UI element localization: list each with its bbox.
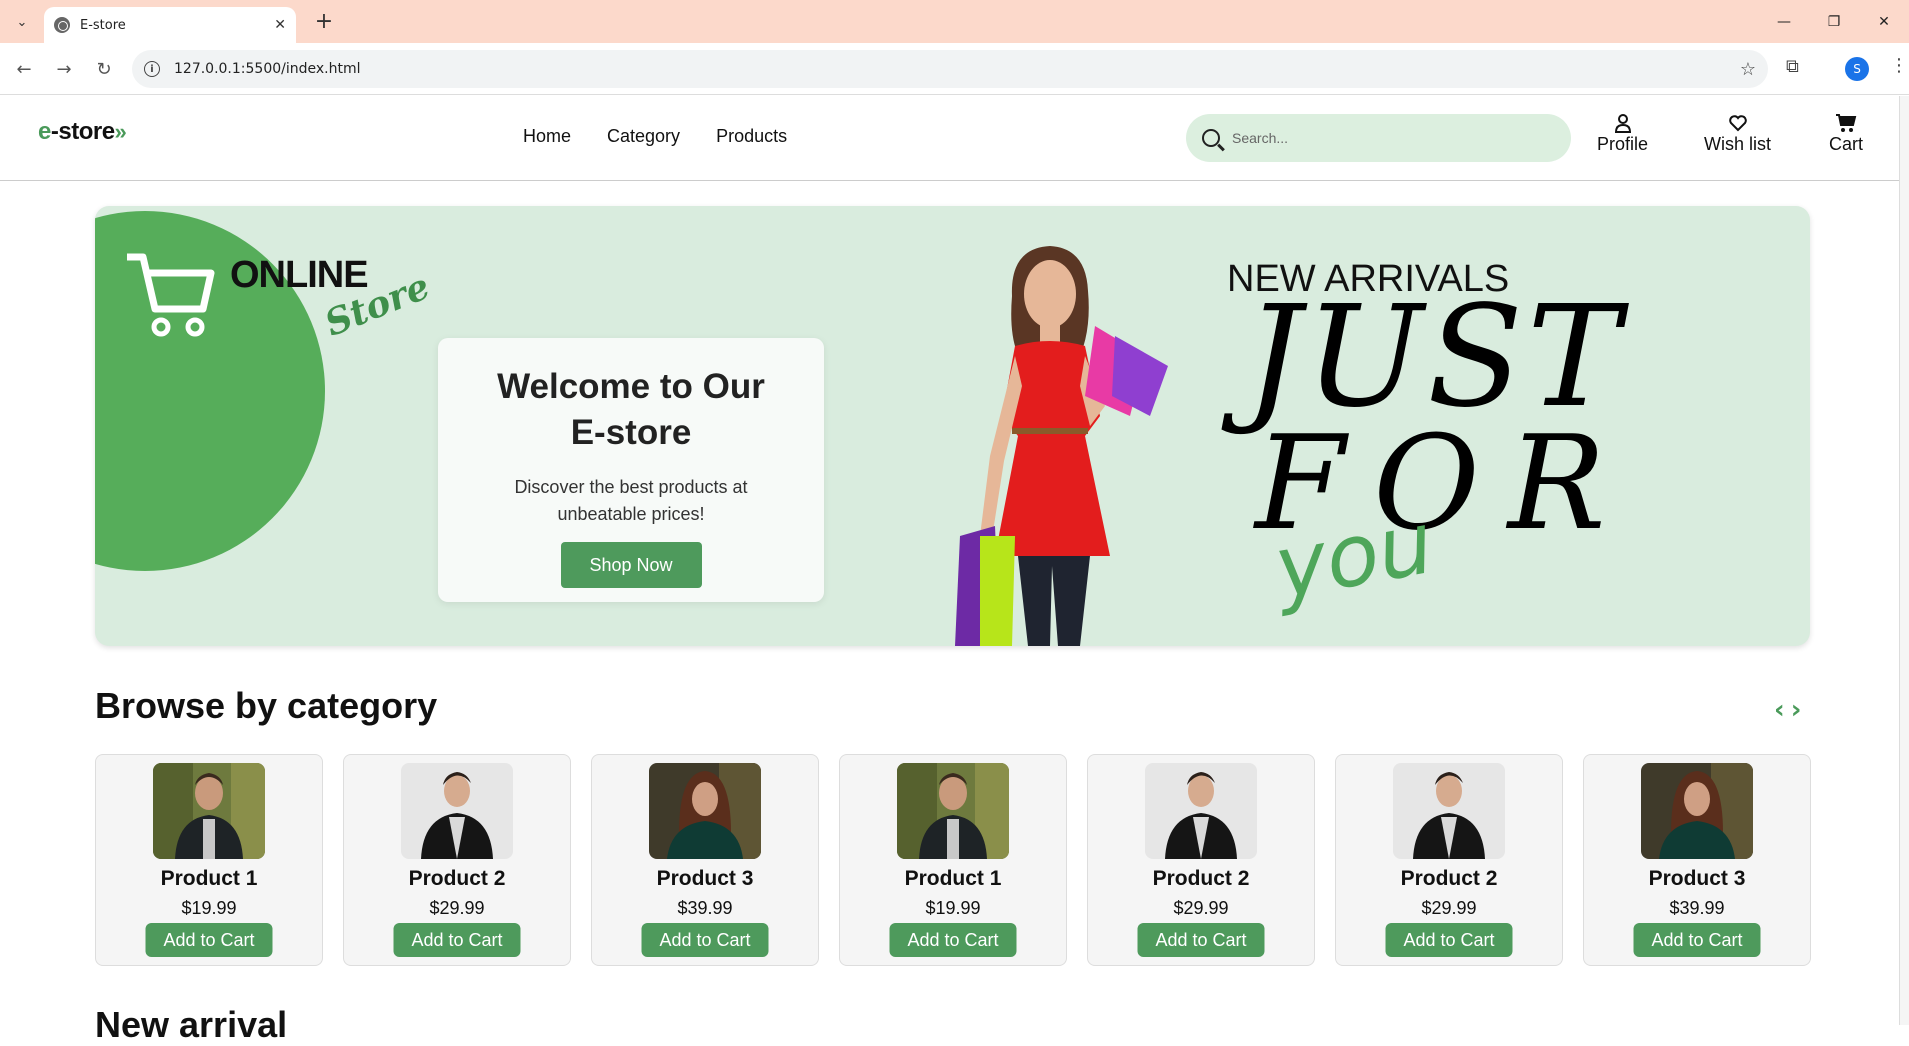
product-name: Product 2 xyxy=(408,867,506,890)
search-box xyxy=(1186,114,1571,162)
heart-icon xyxy=(1728,115,1747,132)
product-name: Product 2 xyxy=(1400,867,1498,890)
welcome-title: Welcome to Our E-store xyxy=(438,364,824,456)
address-bar[interactable]: i 127.0.0.1:5500/index.html ☆ xyxy=(132,50,1768,88)
site-info-icon[interactable]: i xyxy=(144,61,160,77)
tab-search-chevron-icon[interactable]: ⌄ xyxy=(9,9,35,35)
site-logo[interactable]: e-store» xyxy=(38,118,127,146)
new-arrival-title: New arrival xyxy=(95,1004,288,1045)
minimize-icon[interactable]: — xyxy=(1759,0,1809,43)
product-price: $39.99 xyxy=(677,898,733,918)
product-image xyxy=(153,763,265,859)
site-header: e-store» Home Category Products Profile … xyxy=(0,96,1909,181)
page-scrollbar[interactable] xyxy=(1899,96,1909,1025)
product-name: Product 1 xyxy=(160,867,258,890)
product-image xyxy=(1393,763,1505,859)
globe-icon xyxy=(54,17,70,33)
back-arrow-icon[interactable]: ← xyxy=(10,55,38,83)
wishlist-label: Wish list xyxy=(1704,134,1771,154)
wishlist-link[interactable]: Wish list xyxy=(1704,112,1771,155)
logo-arrows: » xyxy=(114,119,127,144)
product-price: $29.99 xyxy=(1421,898,1477,918)
product-price: $19.99 xyxy=(925,898,981,918)
close-tab-icon[interactable]: ✕ xyxy=(274,17,286,33)
product-card[interactable]: Product 2 $29.99 Add to Cart xyxy=(1087,754,1315,966)
product-image xyxy=(401,763,513,859)
logo-prefix: e xyxy=(38,118,51,145)
chevron-right-icon[interactable]: › xyxy=(1791,697,1802,723)
product-card[interactable]: Product 1 $19.99 Add to Cart xyxy=(839,754,1067,966)
browse-category-title: Browse by category xyxy=(95,685,438,726)
bookmark-star-icon[interactable]: ☆ xyxy=(1740,59,1756,80)
product-price: $19.99 xyxy=(181,898,237,918)
hero-banner: ONLINE Store Welcome to Our E-store Disc… xyxy=(95,206,1810,646)
category-cards: Product 1 $19.99 Add to Cart Product 2 $… xyxy=(95,754,1811,966)
url-text: 127.0.0.1:5500/index.html xyxy=(174,61,361,77)
product-image xyxy=(897,763,1009,859)
browser-tabbar: ⌄ E-store ✕ + — ❐ ✕ xyxy=(0,0,1909,43)
product-image xyxy=(1641,763,1753,859)
cart-icon xyxy=(1836,114,1857,132)
nav-products[interactable]: Products xyxy=(716,126,787,147)
search-icon xyxy=(1202,129,1220,147)
search-input[interactable] xyxy=(1232,130,1532,146)
browser-toolbar: ← → ↻ i 127.0.0.1:5500/index.html ☆ ⧉ S … xyxy=(0,43,1909,95)
product-name: Product 1 xyxy=(904,867,1002,890)
hero-model-image xyxy=(955,246,1168,646)
new-tab-icon[interactable]: + xyxy=(310,7,338,35)
product-name: Product 2 xyxy=(1152,867,1250,890)
forward-arrow-icon[interactable]: → xyxy=(50,55,78,83)
welcome-sub-line1: Discover the best products at xyxy=(514,477,748,497)
cart-label: Cart xyxy=(1829,134,1864,154)
product-name: Product 3 xyxy=(1648,867,1746,890)
carousel-controls: ‹ › xyxy=(1774,697,1801,723)
add-to-cart-button[interactable]: Add to Cart xyxy=(145,923,273,957)
add-to-cart-button[interactable]: Add to Cart xyxy=(1633,923,1761,957)
chevron-left-icon[interactable]: ‹ xyxy=(1774,697,1785,723)
product-price: $29.99 xyxy=(429,898,485,918)
welcome-sub-line2: unbeatable prices! xyxy=(557,504,705,524)
product-card[interactable]: Product 3 $39.99 Add to Cart xyxy=(591,754,819,966)
add-to-cart-button[interactable]: Add to Cart xyxy=(1385,923,1513,957)
add-to-cart-button[interactable]: Add to Cart xyxy=(641,923,769,957)
welcome-card: Welcome to Our E-store Discover the best… xyxy=(438,338,824,602)
main-nav: Home Category Products xyxy=(523,126,787,147)
add-to-cart-button[interactable]: Add to Cart xyxy=(889,923,1017,957)
product-card[interactable]: Product 2 $29.99 Add to Cart xyxy=(343,754,571,966)
add-to-cart-button[interactable]: Add to Cart xyxy=(393,923,521,957)
restore-icon[interactable]: ❐ xyxy=(1809,0,1859,43)
product-card[interactable]: Product 1 $19.99 Add to Cart xyxy=(95,754,323,966)
product-price: $39.99 xyxy=(1669,898,1725,918)
welcome-title-line2: E-store xyxy=(570,413,692,452)
product-image xyxy=(649,763,761,859)
product-image xyxy=(1145,763,1257,859)
product-name: Product 3 xyxy=(656,867,754,890)
cart-link[interactable]: Cart xyxy=(1829,112,1863,155)
browser-tab[interactable]: E-store ✕ xyxy=(44,7,296,43)
user-icon xyxy=(1614,114,1631,133)
shopping-cart-logo-icon xyxy=(127,253,215,337)
online-logo-text: ONLINE xyxy=(230,254,369,296)
logo-text: -store xyxy=(50,118,115,145)
add-to-cart-button[interactable]: Add to Cart xyxy=(1137,923,1265,957)
extensions-puzzle-icon[interactable]: ⧉ xyxy=(1786,56,1799,77)
product-price: $29.99 xyxy=(1173,898,1229,918)
welcome-subtitle: Discover the best products at unbeatable… xyxy=(438,474,824,528)
tab-title: E-store xyxy=(80,17,126,33)
window-controls: — ❐ ✕ xyxy=(1759,0,1909,43)
reload-icon[interactable]: ↻ xyxy=(90,55,118,83)
profile-link[interactable]: Profile xyxy=(1597,112,1648,155)
nav-home[interactable]: Home xyxy=(523,126,571,147)
product-card[interactable]: Product 3 $39.99 Add to Cart xyxy=(1583,754,1811,966)
profile-avatar[interactable]: S xyxy=(1845,57,1869,81)
welcome-title-line1: Welcome to Our xyxy=(497,367,765,406)
profile-label: Profile xyxy=(1597,134,1649,154)
shop-now-button[interactable]: Shop Now xyxy=(560,542,702,588)
close-window-icon[interactable]: ✕ xyxy=(1859,0,1909,43)
product-card[interactable]: Product 2 $29.99 Add to Cart xyxy=(1335,754,1563,966)
nav-category[interactable]: Category xyxy=(607,126,680,147)
browser-menu-icon[interactable]: ⋮ xyxy=(1890,55,1908,76)
